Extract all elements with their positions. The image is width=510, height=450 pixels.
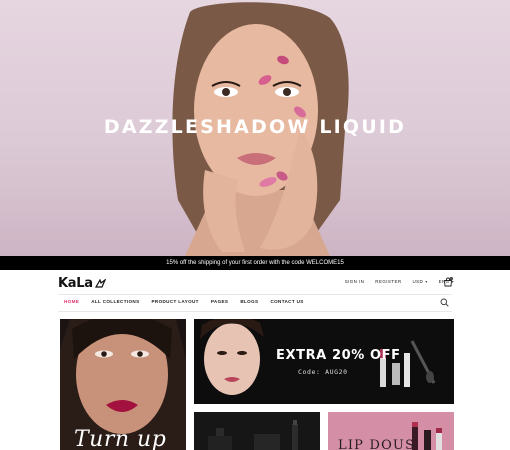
nav-home[interactable]: HOME xyxy=(64,299,79,304)
banner-extra-off-code: Code: AUG20 xyxy=(298,368,348,376)
sign-in-link[interactable]: SIGN IN xyxy=(345,279,365,284)
hero-banner[interactable]: DAZZLESHADOW LIQUID xyxy=(0,0,510,256)
main-nav: HOME ALL COLLECTIONS PRODUCT LAYOUT PAGE… xyxy=(64,299,316,304)
currency-select[interactable]: USD ▾ xyxy=(413,279,428,284)
banner-perfume-image xyxy=(208,420,298,450)
banner-lip-gloss-text: LIP DOUS xyxy=(338,438,416,450)
register-link[interactable]: REGISTER xyxy=(375,279,401,284)
search-icon[interactable] xyxy=(440,298,449,307)
nav-product-layout[interactable]: PRODUCT LAYOUT xyxy=(151,299,198,304)
banner-extra-off[interactable]: EXTRA 20% OFF Code: AUG20 xyxy=(194,319,454,404)
nav-divider-bottom xyxy=(58,311,452,312)
nav-divider-top xyxy=(58,294,452,295)
nav-contact-us[interactable]: CONTACT US xyxy=(270,299,303,304)
currency-label: USD xyxy=(412,279,424,284)
logo-text: KaLa xyxy=(58,276,93,291)
logo-mark-icon xyxy=(94,279,106,288)
banner-extra-off-headline: EXTRA 20% OFF xyxy=(276,348,401,363)
promo-bar: 15% off the shipping of your first order… xyxy=(0,256,510,270)
banner-lip-gloss[interactable]: LIP DOUS xyxy=(328,412,454,450)
nav-blogs[interactable]: BLOGS xyxy=(240,299,258,304)
banner-perfume[interactable] xyxy=(194,412,320,450)
header-links: SIGN IN REGISTER USD ▾ ENG ▾ xyxy=(334,279,454,284)
banner-turn-up[interactable]: Turn up xyxy=(60,319,186,450)
cart-icon[interactable]: 0 xyxy=(443,277,453,287)
chevron-down-icon: ▾ xyxy=(425,279,428,284)
nav-pages[interactable]: PAGES xyxy=(211,299,229,304)
nav-all-collections[interactable]: ALL COLLECTIONS xyxy=(91,299,139,304)
banner-turn-up-text: Turn up xyxy=(74,427,167,450)
hero-title: DAZZLESHADOW LIQUID xyxy=(103,116,407,138)
site-logo[interactable]: KaLa xyxy=(58,276,106,291)
site-header: KaLa SIGN IN REGISTER USD ▾ ENG ▾ 0 xyxy=(0,270,510,296)
